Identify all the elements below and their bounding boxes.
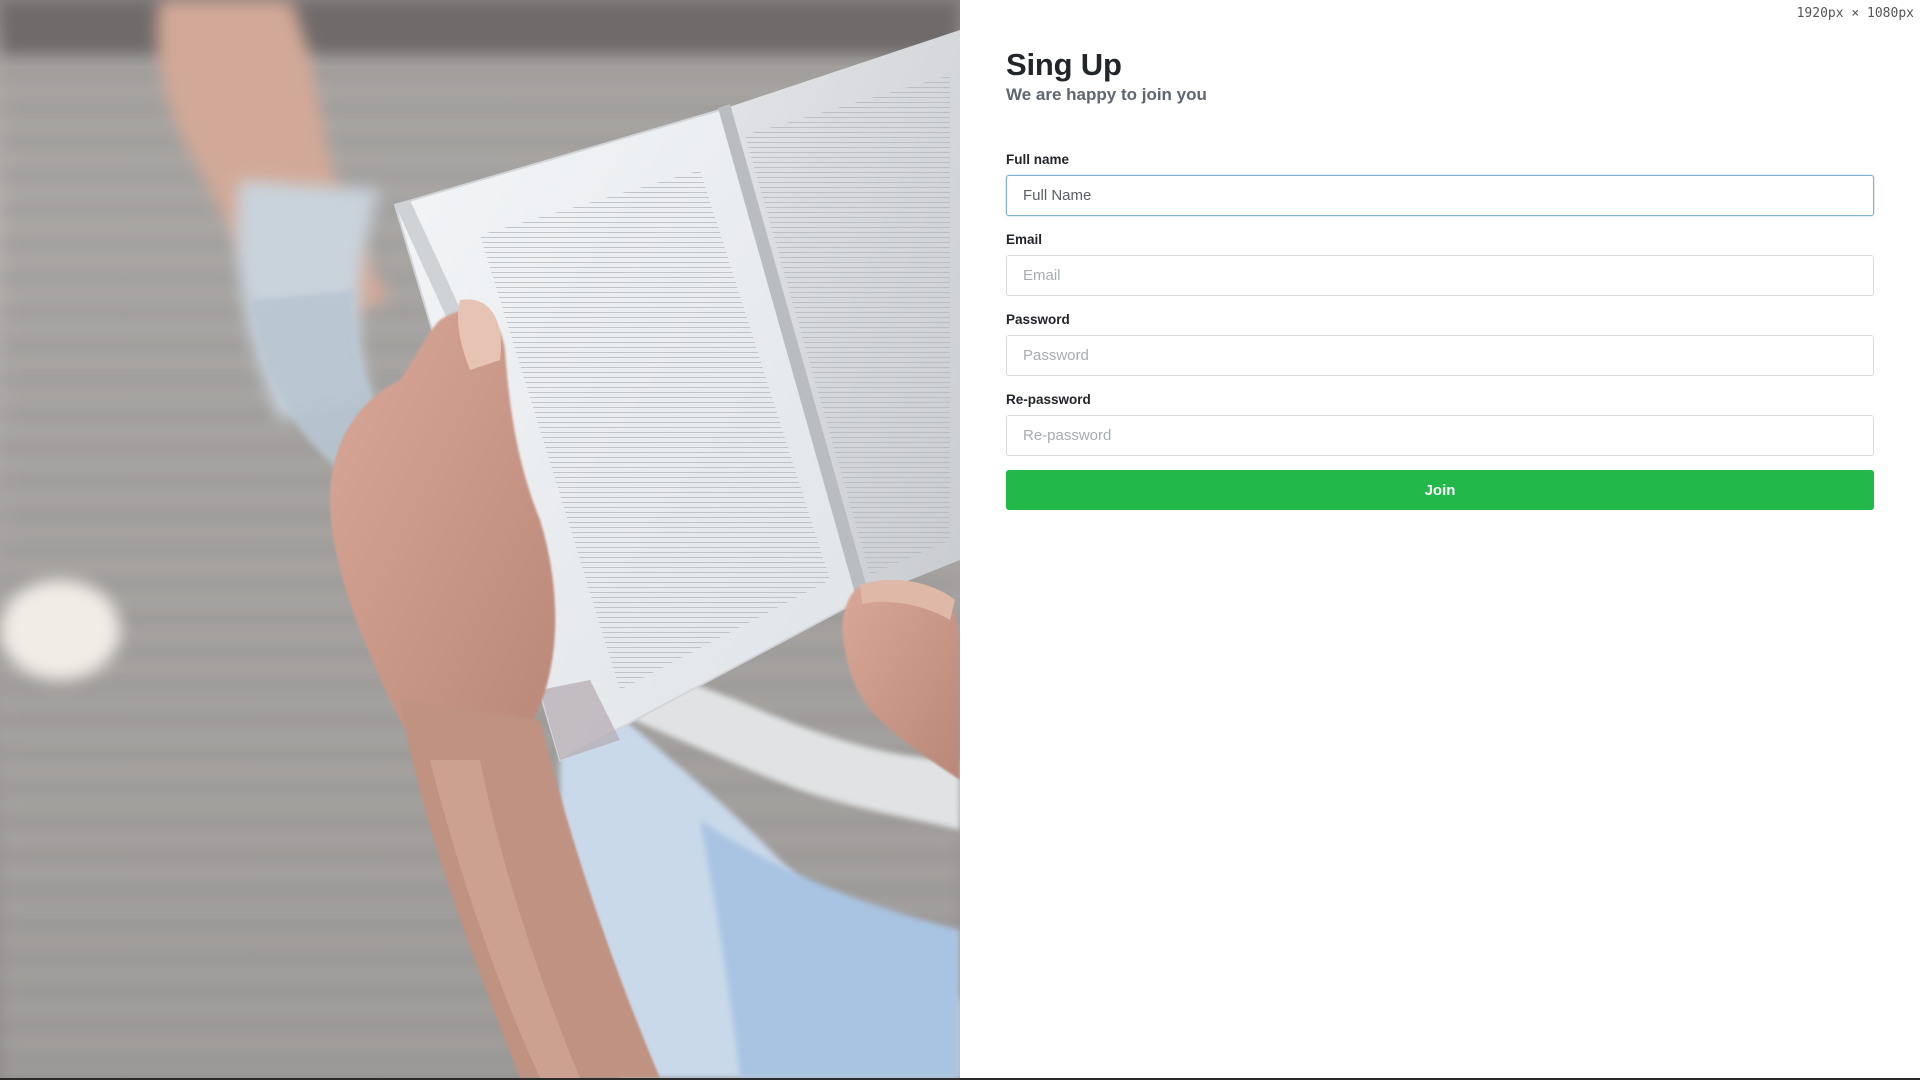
signup-form: Full name Email Password Re-password Joi… — [1006, 152, 1874, 510]
full-name-field: Full name — [1006, 152, 1874, 216]
join-button[interactable]: Join — [1006, 470, 1874, 510]
re-password-input[interactable] — [1006, 415, 1874, 456]
re-password-label: Re-password — [1006, 392, 1091, 407]
full-name-label: Full name — [1006, 152, 1070, 167]
page-subtitle: We are happy to join you — [1006, 85, 1207, 104]
hero-photo — [0, 0, 960, 1078]
screen-size-readout: 1920px × 1080px — [1796, 6, 1914, 21]
email-label: Email — [1006, 232, 1043, 247]
page-title: Sing Up — [1006, 47, 1122, 82]
password-field: Password — [1006, 312, 1874, 376]
full-name-input[interactable] — [1006, 175, 1874, 216]
signup-form-panel: Sing Up We are happy to join you Full na… — [1006, 48, 1874, 510]
email-field: Email — [1006, 232, 1874, 296]
password-input[interactable] — [1006, 335, 1874, 376]
email-input[interactable] — [1006, 255, 1874, 296]
password-label: Password — [1006, 312, 1070, 327]
person-reading-book-illustration — [0, 0, 960, 1078]
re-password-field: Re-password — [1006, 392, 1874, 456]
signup-page: 1920px × 1080px Sing Up We are happy to … — [0, 0, 1920, 1080]
